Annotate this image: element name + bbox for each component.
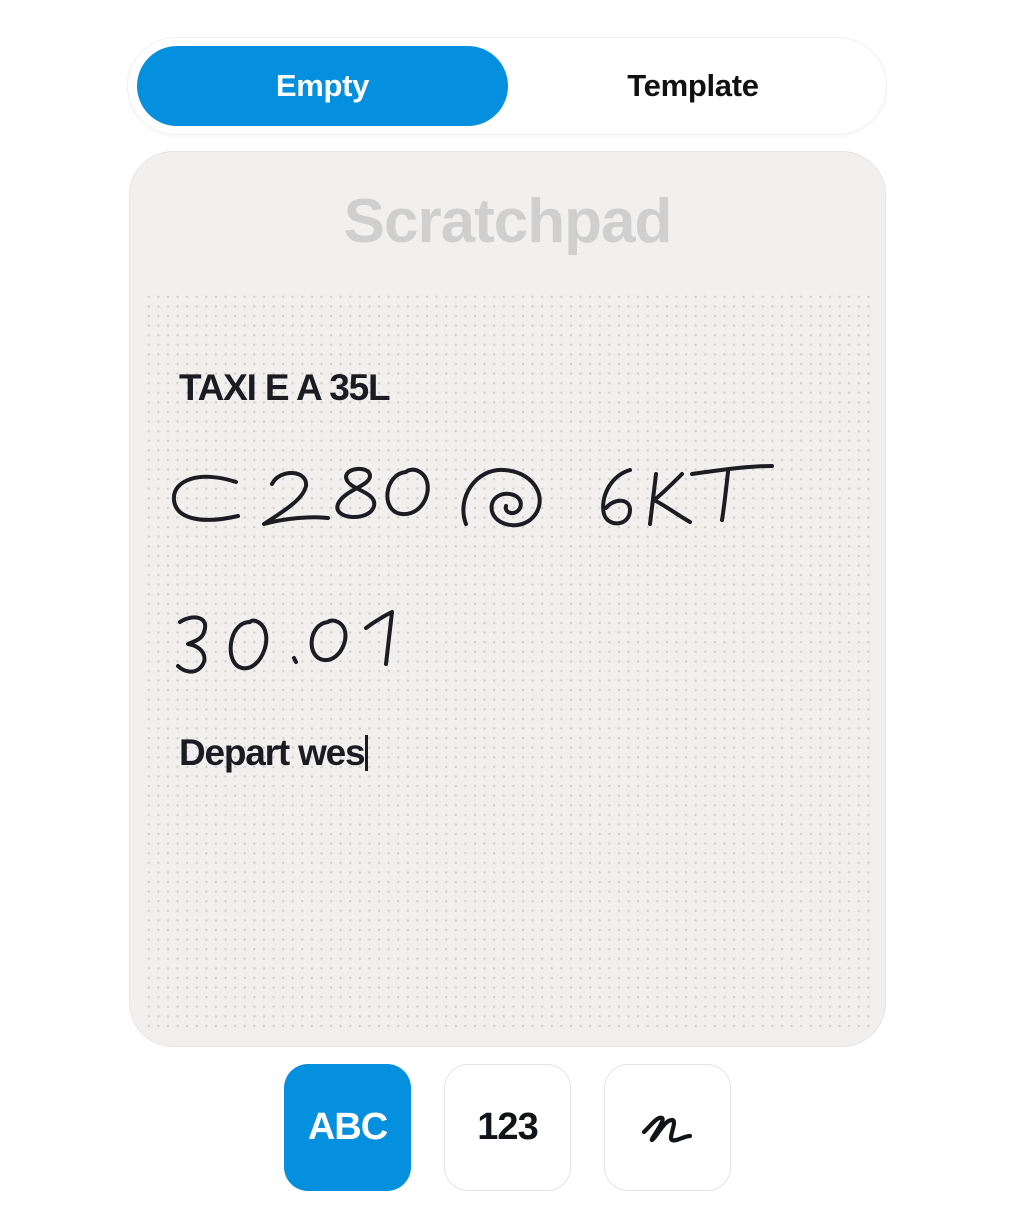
typed-line-depart-text: Depart wes [179, 732, 366, 773]
input-source-segmented-control: Empty Template [128, 38, 886, 134]
handwriting-icon [641, 1115, 692, 1142]
text-cursor [365, 735, 369, 771]
mode-handwriting-button[interactable] [604, 1064, 731, 1191]
tab-template[interactable]: Template [508, 46, 878, 126]
handwritten-line-c280-6kt [171, 464, 774, 528]
mode-abc-button[interactable]: ABC [284, 1064, 411, 1191]
tab-empty[interactable]: Empty [137, 46, 508, 126]
mode-123-button[interactable]: 123 [444, 1064, 571, 1191]
typed-line-depart: Depart wes [179, 732, 369, 774]
handwriting-ink-layer [171, 464, 774, 674]
scratchpad-card[interactable]: Scratchpad TAXI E A 35L Depart wes [129, 151, 886, 1047]
handwritten-line-30-01 [176, 610, 394, 674]
